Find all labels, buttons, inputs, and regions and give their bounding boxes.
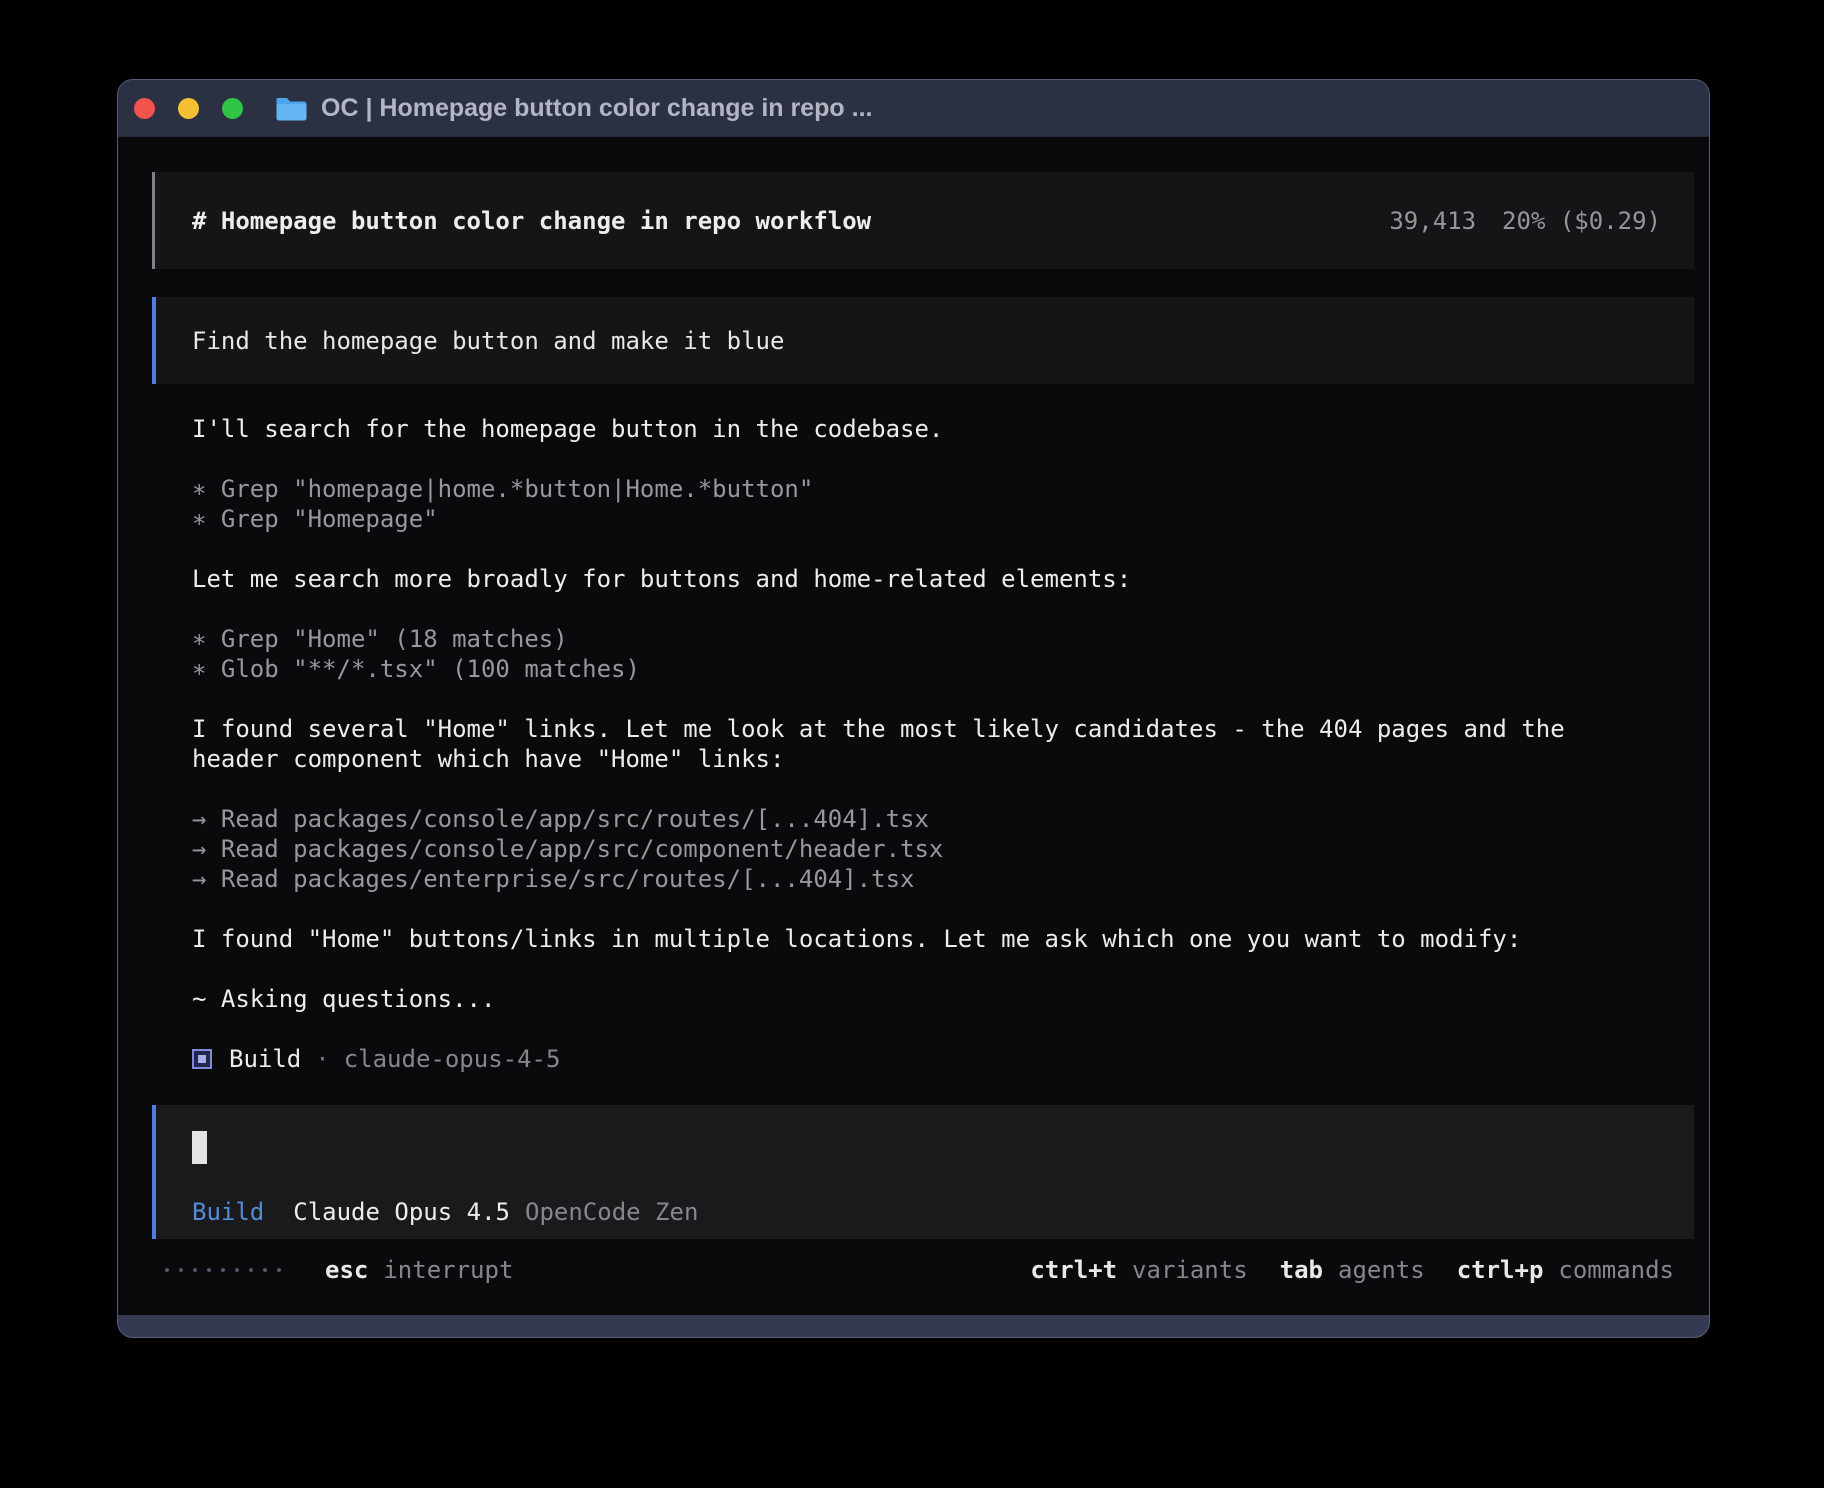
traffic-lights	[134, 97, 243, 119]
tool-call-glob: ∗ Glob "**/*.tsx" (100 matches)	[192, 655, 640, 683]
status-bar: esc interrupt ctrl+t variants tab agents…	[152, 1255, 1694, 1285]
agent-mode-label[interactable]: Build	[192, 1197, 264, 1227]
assistant-text: I'll search for the homepage button in t…	[192, 415, 944, 443]
shortcut-hint-variants: ctrl+t variants	[1030, 1256, 1247, 1284]
assistant-text: I found several "Home" links. Let me loo…	[192, 714, 1694, 774]
window-titlebar[interactable]: OC | Homepage button color change in rep…	[118, 80, 1709, 137]
minimize-button[interactable]	[178, 97, 199, 119]
token-count: 39,413	[1389, 206, 1477, 235]
shortcut-key: tab	[1279, 1256, 1323, 1284]
shortcut-key: ctrl+t	[1030, 1256, 1118, 1284]
context-cost: 20% ($0.29)	[1502, 206, 1661, 235]
terminal-window: OC | Homepage button color change in rep…	[117, 79, 1710, 1338]
assistant-text-line: I found several "Home" links. Let me loo…	[192, 715, 1565, 743]
spinner-dots	[165, 1268, 281, 1272]
agent-name: Build	[229, 1045, 302, 1073]
folder-icon	[275, 95, 308, 121]
shortcut-label: variants	[1132, 1256, 1248, 1284]
shortcut-key-esc: esc	[325, 1256, 369, 1284]
user-message: Find the homepage button and make it blu…	[152, 297, 1694, 384]
tool-call-read: → Read packages/console/app/src/componen…	[192, 835, 944, 863]
tool-call-group: ∗ Grep "Home" (18 matches) ∗ Glob "**/*.…	[192, 624, 1694, 684]
shortcut-label: commands	[1558, 1256, 1674, 1284]
tool-call-read: → Read packages/enterprise/src/routes/[.…	[192, 865, 915, 893]
session-title: # Homepage button color change in repo w…	[192, 206, 872, 235]
session-stats: 39,413 20% ($0.29)	[1389, 207, 1661, 235]
text-cursor	[192, 1131, 207, 1164]
assistant-transcript: I'll search for the homepage button in t…	[152, 414, 1694, 1074]
window-title: OC | Homepage button color change in rep…	[321, 93, 873, 122]
shortcut-hint-agents: tab agents	[1280, 1256, 1425, 1284]
shortcut-label-interrupt: interrupt	[383, 1256, 514, 1284]
assistant-text: Let me search more broadly for buttons a…	[192, 565, 1132, 593]
model-label[interactable]: Claude Opus 4.5	[293, 1197, 510, 1227]
tool-call-read: → Read packages/console/app/src/routes/[…	[192, 805, 929, 833]
tool-call-grep: ∗ Grep "homepage|home.*button|Home.*butt…	[192, 475, 814, 503]
provider-label: OpenCode Zen	[525, 1198, 699, 1226]
input-meta-row: Build Claude Opus 4.5 OpenCode Zen	[192, 1197, 1694, 1227]
session-header: # Homepage button color change in repo w…	[152, 172, 1694, 269]
agent-status-row: Build · claude-opus-4-5	[192, 1044, 1694, 1074]
assistant-text: I found "Home" buttons/links in multiple…	[192, 925, 1522, 953]
shortcut-hint-commands: ctrl+p commands	[1457, 1256, 1674, 1284]
zoom-button[interactable]	[222, 97, 243, 119]
close-button[interactable]	[134, 97, 155, 119]
tool-call-group: ∗ Grep "homepage|home.*button|Home.*butt…	[192, 474, 1694, 534]
assistant-status-text: ~ Asking questions...	[192, 985, 496, 1013]
build-agent-icon	[192, 1049, 212, 1069]
tool-call-group: → Read packages/console/app/src/routes/[…	[192, 804, 1694, 894]
terminal-content: # Homepage button color change in repo w…	[118, 137, 1709, 1315]
user-message-text: Find the homepage button and make it blu…	[192, 326, 785, 355]
assistant-text-line: header component which have "Home" links…	[192, 745, 785, 773]
tool-call-grep: ∗ Grep "Homepage"	[192, 505, 438, 533]
shortcut-label: agents	[1338, 1256, 1425, 1284]
prompt-input[interactable]: Build Claude Opus 4.5 OpenCode Zen	[152, 1105, 1694, 1239]
tool-call-grep: ∗ Grep "Home" (18 matches)	[192, 625, 568, 653]
shortcut-key: ctrl+p	[1456, 1256, 1544, 1284]
agent-model: claude-opus-4-5	[343, 1045, 561, 1073]
dot-separator: ·	[315, 1045, 330, 1073]
